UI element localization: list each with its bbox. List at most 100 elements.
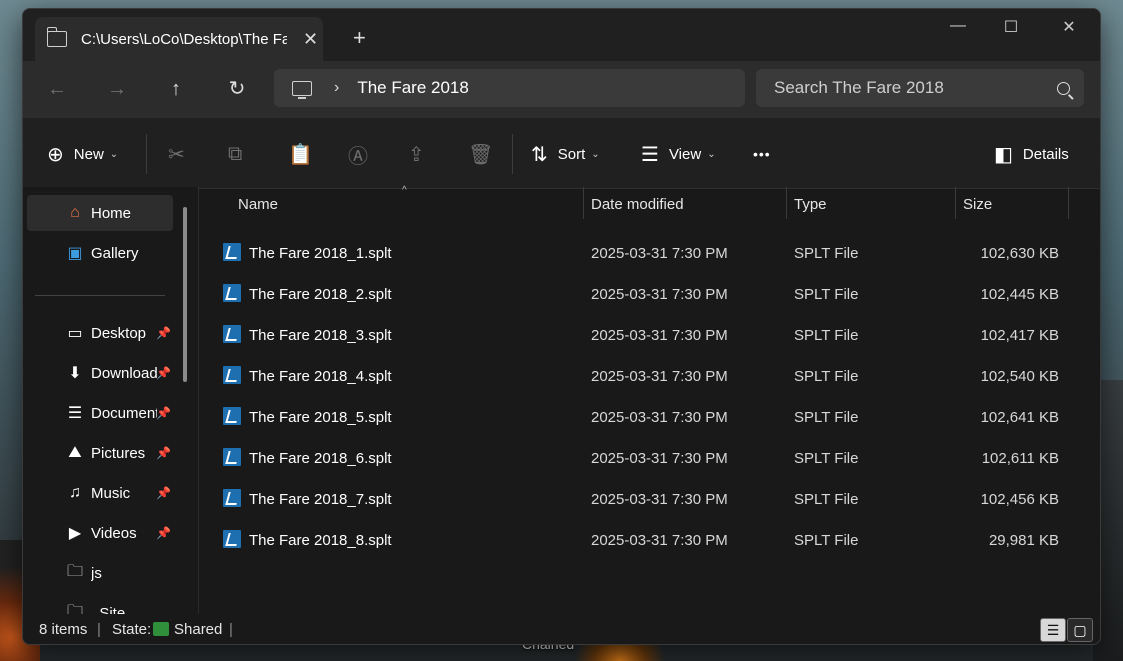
file-name: The Fare 2018_1.splt (249, 245, 392, 262)
file-row[interactable]: The Fare 2018_4.splt 2025-03-31 7:30 PM … (199, 356, 1089, 397)
music-icon: ♫ (69, 484, 81, 501)
close-button[interactable]: ✕ (1049, 17, 1089, 37)
file-row[interactable]: The Fare 2018_1.splt 2025-03-31 7:30 PM … (199, 233, 1089, 274)
sidebar-item-videos[interactable]: ▶ Videos 📌 (27, 515, 173, 551)
pin-icon[interactable]: 📌 (156, 486, 171, 500)
file-row[interactable]: The Fare 2018_8.splt 2025-03-31 7:30 PM … (199, 520, 1089, 561)
details-view-button[interactable]: ☰ (1040, 618, 1066, 642)
column-header-date[interactable]: Date modified (591, 196, 684, 213)
sidebar-item-site[interactable]: 🗀 _Site (27, 595, 173, 615)
sort-label: Sort (557, 145, 586, 163)
column-divider[interactable] (583, 187, 584, 219)
address-bar[interactable]: › The Fare 2018 (274, 69, 745, 107)
file-row[interactable]: The Fare 2018_6.splt 2025-03-31 7:30 PM … (199, 438, 1089, 479)
new-button[interactable]: ⊕ New ⌄ (47, 142, 118, 166)
forward-button[interactable]: → (103, 77, 131, 101)
file-icon (223, 243, 241, 261)
column-divider[interactable] (1068, 187, 1069, 219)
file-name: The Fare 2018_4.splt (249, 368, 392, 385)
sort-ascending-icon: ^ (402, 185, 407, 196)
status-bar: 8 items | State: Shared | ☰ ▢ (23, 614, 1100, 644)
sidebar-item-label: Gallery (91, 244, 139, 262)
file-size: 102,456 KB (980, 491, 1059, 508)
breadcrumb-current[interactable]: The Fare 2018 (357, 78, 469, 98)
scissors-icon: ✂ (168, 143, 185, 166)
file-icon (223, 530, 241, 548)
file-icon (223, 407, 241, 425)
view-list-icon: ☰ (641, 143, 659, 166)
maximize-button[interactable]: ☐ (991, 17, 1031, 37)
toolbar-divider (146, 134, 147, 174)
tab-close-icon[interactable]: ✕ (303, 29, 318, 50)
share-button[interactable]: ⇪ (408, 142, 425, 166)
sort-icon: ⇅ (531, 143, 548, 166)
pin-icon[interactable]: 📌 (156, 446, 171, 460)
tab-label: C:\Users\LoCo\Desktop\The Fa (81, 30, 287, 48)
file-name: The Fare 2018_8.splt (249, 532, 392, 549)
back-button[interactable]: ← (43, 77, 71, 101)
sidebar-scrollbar[interactable] (183, 207, 187, 382)
file-date: 2025-03-31 7:30 PM (591, 409, 728, 426)
search-input[interactable]: Search The Fare 2018 (756, 69, 1084, 107)
sidebar-item-music[interactable]: ♫ Music 📌 (27, 475, 173, 511)
pin-icon[interactable]: 📌 (156, 526, 171, 540)
plus-circle-icon: ⊕ (47, 143, 64, 166)
details-label: Details (1022, 145, 1069, 163)
sidebar-item-home[interactable]: ⌂ Home (27, 195, 173, 231)
file-size: 102,417 KB (980, 327, 1059, 344)
sidebar-item-pictures[interactable]: ⛰ Pictures 📌 (27, 435, 173, 471)
paste-button[interactable]: 📋 (288, 142, 313, 166)
breadcrumb-chevron-icon[interactable]: › (334, 79, 339, 97)
column-header-type[interactable]: Type (794, 196, 827, 213)
state-label: State: (112, 621, 152, 638)
column-divider[interactable] (786, 187, 787, 219)
column-header-name[interactable]: Name (238, 196, 278, 213)
sidebar-divider (35, 295, 165, 296)
more-options-button[interactable]: ••• (753, 142, 771, 166)
delete-button[interactable]: 🗑 (468, 142, 493, 166)
file-name: The Fare 2018_3.splt (249, 327, 392, 344)
large-icons-view-button[interactable]: ▢ (1067, 618, 1093, 642)
pin-icon[interactable]: 📌 (156, 406, 171, 420)
view-button[interactable]: ☰ View ⌄ (641, 142, 716, 166)
this-pc-icon[interactable] (292, 80, 312, 99)
file-date: 2025-03-31 7:30 PM (591, 286, 728, 303)
file-row[interactable]: The Fare 2018_3.splt 2025-03-31 7:30 PM … (199, 315, 1089, 356)
refresh-button[interactable]: ↻ (223, 77, 251, 101)
pin-icon[interactable]: 📌 (156, 326, 171, 340)
file-size: 102,445 KB (980, 286, 1059, 303)
trash-icon: 🗑 (468, 143, 494, 166)
sidebar-item-label: Downloads (91, 364, 157, 382)
pin-icon[interactable]: 📌 (156, 366, 171, 380)
sidebar-item-gallery[interactable]: ▣ Gallery (27, 235, 173, 271)
copy-button[interactable]: ⧉ (228, 142, 242, 166)
status-divider: | (229, 621, 233, 638)
folder-icon: 🗀 (66, 602, 83, 615)
sidebar-item-documents[interactable]: ☰ Documents 📌 (27, 395, 173, 431)
rename-button[interactable]: Ⓐ (348, 142, 368, 168)
command-bar: ⊕ New ⌄ ✂ ⧉ 📋 Ⓐ ⇪ 🗑 ⇅ Sort ⌄ ☰ View ⌄ ••… (23, 117, 1100, 189)
sidebar-item-desktop[interactable]: ▭ Desktop 📌 (27, 315, 173, 351)
new-tab-button[interactable]: + (353, 27, 366, 49)
sidebar-item-downloads[interactable]: ⬇ Downloads 📌 (27, 355, 173, 391)
file-size: 29,981 KB (988, 532, 1059, 549)
minimize-button[interactable]: — (938, 17, 978, 35)
navigation-bar: ← → ↑ ↻ › The Fare 2018 Search The Fare … (23, 61, 1100, 117)
file-row[interactable]: The Fare 2018_5.splt 2025-03-31 7:30 PM … (199, 397, 1089, 438)
sort-button[interactable]: ⇅ Sort ⌄ (531, 142, 600, 166)
tab-current-folder[interactable]: C:\Users\LoCo\Desktop\The Fa ✕ (35, 17, 323, 61)
sidebar-item-js[interactable]: 🗀 js (27, 555, 173, 591)
file-row[interactable]: The Fare 2018_7.splt 2025-03-31 7:30 PM … (199, 479, 1089, 520)
file-date: 2025-03-31 7:30 PM (591, 327, 728, 344)
file-row[interactable]: The Fare 2018_2.splt 2025-03-31 7:30 PM … (199, 274, 1089, 315)
column-header-size[interactable]: Size (963, 196, 992, 213)
column-divider[interactable] (955, 187, 956, 219)
clipboard-icon: 📋 (288, 143, 313, 166)
toolbar-divider (512, 134, 513, 174)
file-name: The Fare 2018_2.splt (249, 286, 392, 303)
cut-button[interactable]: ✂ (168, 142, 185, 166)
download-icon: ⬇ (68, 365, 82, 382)
file-icon (223, 448, 241, 466)
up-button[interactable]: ↑ (162, 77, 190, 101)
details-button[interactable]: ◧ Details (994, 142, 1069, 166)
